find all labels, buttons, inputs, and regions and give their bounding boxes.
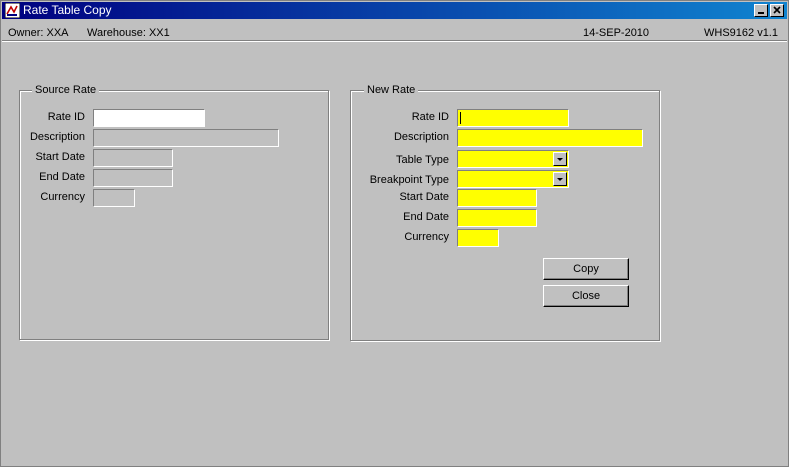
breakpoint-type-dropdown-button[interactable] [553,172,567,186]
window-title: Rate Table Copy [23,3,112,17]
source-currency-label: Currency [40,191,85,203]
new-rate-id-input[interactable] [457,109,569,127]
rate-table-copy-window: Rate Table Copy Owner: XXA Warehouse: XX… [0,0,789,467]
source-currency-field [93,189,135,207]
close-window-button[interactable] [770,4,784,17]
source-start-date-label: Start Date [35,151,85,163]
source-end-date-label: End Date [39,171,85,183]
source-rate-id-input[interactable] [93,109,205,127]
copy-button[interactable]: Copy [543,258,629,280]
minimize-button[interactable] [754,4,768,17]
new-description-input[interactable] [457,129,643,147]
new-currency-input[interactable] [457,229,499,247]
source-rate-group: Source Rate [19,84,329,340]
source-rate-id-label: Rate ID [47,111,85,123]
source-rate-title: Source Rate [32,84,100,97]
chevron-down-icon [557,158,563,161]
breakpoint-type-select[interactable] [457,170,569,188]
new-end-date-label: End Date [403,211,449,223]
table-type-select[interactable] [457,150,569,168]
new-rate-title: New Rate [364,84,419,97]
text-caret [460,112,461,124]
owner-label: Owner: XXA [8,27,69,39]
breakpoint-type-label: Breakpoint Type [369,174,449,186]
date-label: 14-SEP-2010 [583,27,650,39]
new-end-date-input[interactable] [457,209,537,227]
app-icon [5,3,20,18]
warehouse-label: Warehouse: XX1 [87,27,170,39]
source-description-field [93,129,279,147]
table-type-dropdown-button[interactable] [553,152,567,166]
new-currency-label: Currency [404,231,449,243]
version-label: WHS9162 v1.1 [704,27,778,39]
minimize-icon [758,12,764,14]
new-rate-id-label: Rate ID [411,111,449,123]
source-description-label: Description [29,131,85,143]
close-button[interactable]: Close [543,285,629,307]
title-bar[interactable]: Rate Table Copy [2,2,787,19]
source-start-date-field [93,149,173,167]
source-end-date-field [93,169,173,187]
new-description-label: Description [393,131,449,143]
new-start-date-input[interactable] [457,189,537,207]
info-bar: Owner: XXA Warehouse: XX1 14-SEP-2010 WH… [2,20,787,41]
table-type-label: Table Type [395,154,449,166]
new-start-date-label: Start Date [399,191,449,203]
chevron-down-icon [557,178,563,181]
close-icon [773,6,781,14]
